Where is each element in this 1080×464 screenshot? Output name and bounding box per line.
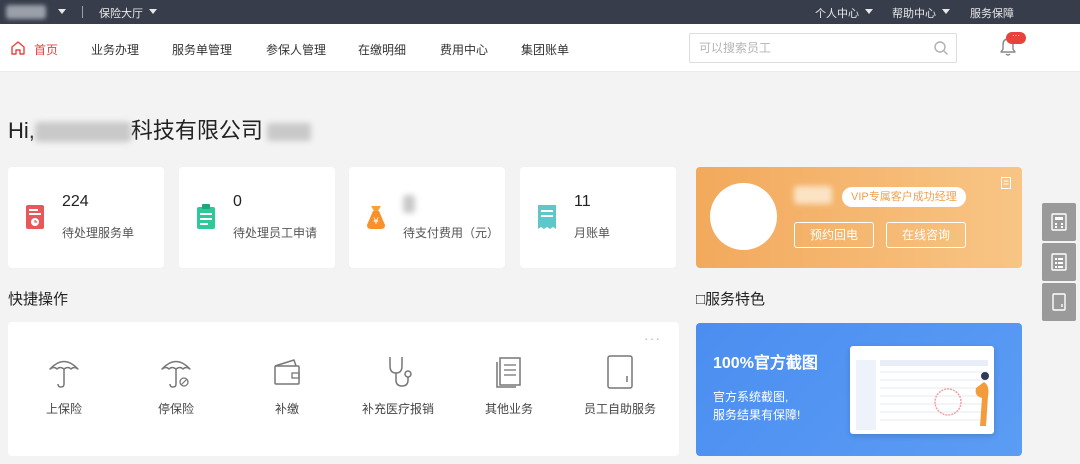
tablet-icon <box>607 355 633 389</box>
insurance-hall-label[interactable]: 保险大厅 <box>99 8 143 20</box>
redacted-user-name <box>266 123 311 142</box>
personal-center-dropdown-icon[interactable] <box>865 9 873 14</box>
quick-op-enroll[interactable]: 上保险 <box>9 354 119 424</box>
quick-op-label: 员工自助服务 <box>583 402 656 416</box>
quick-op-back-pay[interactable]: 补缴 <box>232 354 342 424</box>
umbrella-icon <box>49 360 79 388</box>
list-tool-button[interactable] <box>1042 243 1076 281</box>
calculator-tool-button[interactable] <box>1042 203 1076 241</box>
quick-op-label: 补缴 <box>274 402 299 416</box>
greeting: Hi, 科技有限公司 <box>8 113 311 145</box>
banner-title: 100%官方截图 <box>713 355 818 372</box>
search-icon[interactable] <box>933 40 949 56</box>
document-icon[interactable] <box>1001 177 1011 189</box>
clipboard-icon <box>197 204 215 229</box>
money-bag-icon: ¥ <box>367 206 385 229</box>
stat-label: 待处理员工申请 <box>233 226 318 240</box>
screenshot-illustration <box>850 346 994 434</box>
quick-op-label: 停保险 <box>157 402 194 416</box>
stat-value: 224 <box>62 193 89 210</box>
banner-description: 官方系统截图, 服务结果有保障! <box>713 388 800 424</box>
search-input[interactable] <box>690 34 920 62</box>
stat-card-monthly-bill[interactable]: 11 月账单 <box>520 167 676 268</box>
nav-item-business[interactable]: 业务办理 <box>91 41 139 58</box>
quick-op-label: 其他业务 <box>484 402 533 416</box>
more-options-icon[interactable]: ··· <box>644 331 661 345</box>
quick-op-self-service[interactable]: 员工自助服务 <box>565 354 675 424</box>
banner-line-2: 服务结果有保障! <box>713 408 801 422</box>
quick-ops-panel: ··· 上保险 停保险 补缴 补充医疗报销 其他业务 员工自助服务 <box>8 322 679 456</box>
account-dropdown-icon[interactable] <box>58 9 66 14</box>
personal-center-link[interactable]: 个人中心 <box>815 5 859 21</box>
main-nav: 首页 业务办理 服务单管理 参保人管理 在缴明细 费用中心 集团账单 ··· <box>0 24 1080 72</box>
calculator-icon <box>1051 213 1067 231</box>
redacted-company-name <box>34 122 131 143</box>
stat-label: 月账单 <box>574 226 611 240</box>
list-icon <box>1051 253 1067 271</box>
service-features-title: □服务特色 <box>696 291 766 308</box>
service-order-icon <box>26 205 44 229</box>
service-guarantee-link[interactable]: 服务保障 <box>970 5 1014 21</box>
quick-op-label: 上保险 <box>45 402 82 416</box>
avatar <box>710 183 777 250</box>
svg-text:¥: ¥ <box>373 217 379 227</box>
stat-value: 11 <box>574 193 591 210</box>
hall-dropdown-icon[interactable] <box>149 9 157 14</box>
official-screenshot-banner[interactable]: 100%官方截图 官方系统截图, 服务结果有保障! <box>696 323 1022 456</box>
help-center-link[interactable]: 帮助中心 <box>892 5 936 21</box>
mobile-icon <box>1052 293 1066 311</box>
quick-op-medical-reimbursement[interactable]: 补充医疗报销 <box>343 354 453 424</box>
umbrella-stop-icon <box>161 360 191 388</box>
nav-item-service-orders[interactable]: 服务单管理 <box>172 41 232 58</box>
stat-label: 待处理服务单 <box>62 226 135 240</box>
hall-caret-label[interactable]: 保险大厅 <box>99 5 143 21</box>
wallet-icon <box>274 359 300 385</box>
notification-badge: ··· <box>1006 32 1026 44</box>
redacted-amount <box>403 195 415 213</box>
greeting-prefix: Hi, <box>8 118 35 143</box>
nav-item-payment-details[interactable]: 在缴明细 <box>358 41 406 58</box>
stat-label: 待支付费用（元） <box>403 226 500 240</box>
banner-line-1: 官方系统截图, <box>713 390 789 404</box>
stat-card-pending-service-orders[interactable]: 224 待处理服务单 <box>8 167 164 268</box>
stat-card-pending-payment[interactable]: ¥ 待支付费用（元） <box>349 167 505 268</box>
nav-item-home[interactable]: 首页 <box>34 41 58 58</box>
quick-op-stop[interactable]: 停保险 <box>121 354 231 424</box>
top-bar: 保险大厅 个人中心 帮助中心 服务保障 <box>0 0 1080 24</box>
vip-tag: VIP专属客户成功经理 <box>842 187 966 207</box>
help-center-dropdown-icon[interactable] <box>942 9 950 14</box>
call-back-button[interactable]: 预约回电 <box>794 222 874 248</box>
quick-ops-title: 快捷操作 <box>8 291 69 308</box>
quick-op-label: 补充医疗报销 <box>361 402 434 416</box>
quick-op-other[interactable]: 其他业务 <box>454 354 564 424</box>
account-logo[interactable] <box>6 5 46 19</box>
divider <box>82 6 83 18</box>
nav-item-fee-center[interactable]: 费用中心 <box>440 41 488 58</box>
home-icon[interactable] <box>10 40 26 56</box>
nav-item-insured[interactable]: 参保人管理 <box>266 41 326 58</box>
mobile-tool-button[interactable] <box>1042 283 1076 321</box>
nav-item-group-bill[interactable]: 集团账单 <box>521 41 569 58</box>
stethoscope-icon <box>389 357 412 387</box>
screenshot-table-graphic <box>856 360 989 430</box>
redacted-manager-name <box>794 186 832 204</box>
online-consult-button[interactable]: 在线咨询 <box>886 222 966 248</box>
employee-search <box>689 33 957 63</box>
greeting-company-suffix: 科技有限公司 <box>130 118 263 143</box>
document-icon <box>496 357 521 388</box>
stat-value: 0 <box>233 193 242 210</box>
vip-manager-card: VIP专属客户成功经理 预约回电 在线咨询 <box>696 167 1022 268</box>
receipt-icon <box>538 205 556 229</box>
stat-card-pending-employee-requests[interactable]: 0 待处理员工申请 <box>179 167 335 268</box>
